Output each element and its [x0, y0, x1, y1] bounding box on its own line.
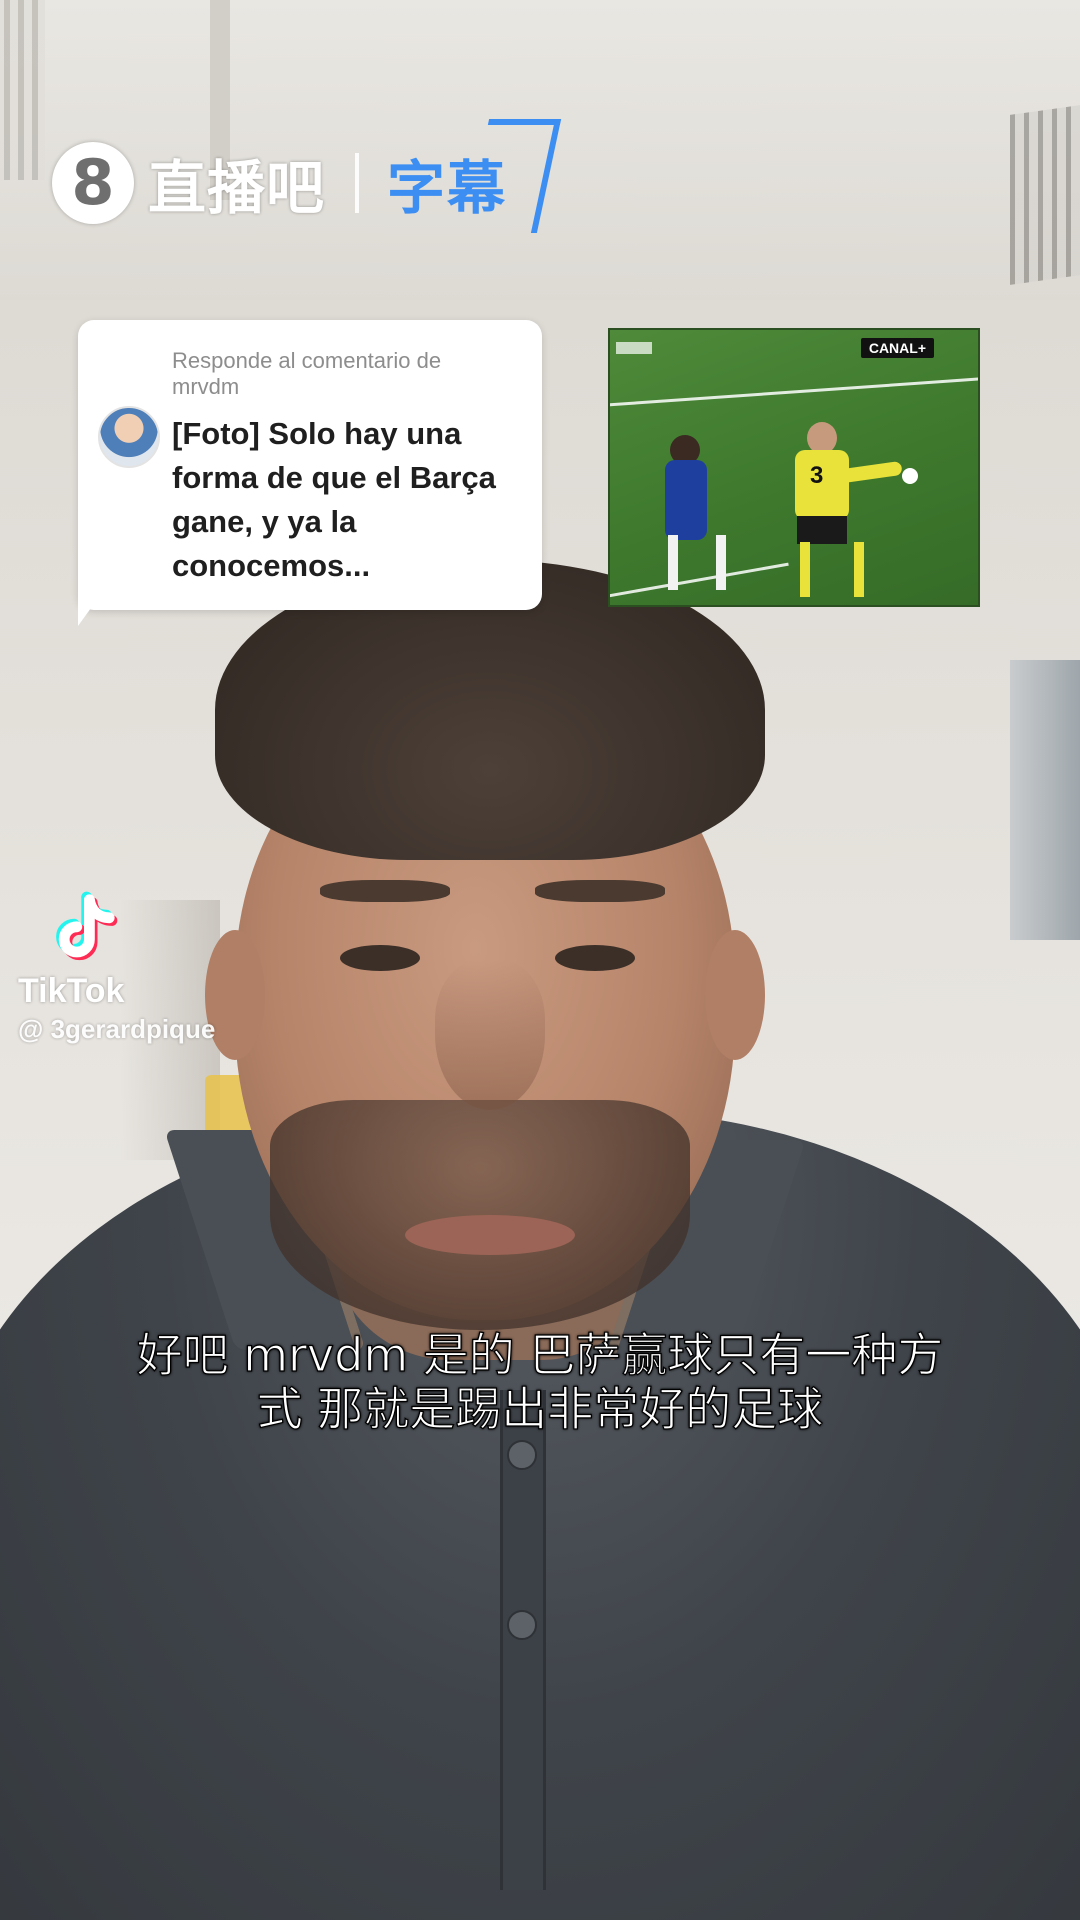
- pitch-line: [610, 375, 978, 408]
- ear-right: [705, 930, 765, 1060]
- comment-reply-card: Responde al comentario de mrvdm [Foto] S…: [78, 320, 542, 610]
- zhibo8-watermark: 8 直播吧 字幕: [52, 119, 562, 233]
- mouth: [405, 1215, 575, 1255]
- shirt-button: [507, 1440, 537, 1470]
- brand-badge-number: 8: [71, 146, 115, 219]
- eye-left: [340, 945, 420, 971]
- tiktok-handle: @ 3gerardpique: [18, 1014, 216, 1044]
- player-yellow-arm: [841, 460, 903, 484]
- football: [902, 468, 918, 484]
- broadcaster-logo: CANAL+: [860, 338, 934, 358]
- subtitle-line-1: 好吧 mrvdm 是的 巴萨赢球只有一种方: [136, 1327, 944, 1382]
- eyebrow-left: [320, 880, 450, 902]
- subtitle-line-2: 式 那就是踢出非常好的足球: [256, 1381, 824, 1436]
- player-blue: [665, 460, 707, 540]
- comment-text: [Foto] Solo hay una forma de que el Barç…: [172, 416, 496, 583]
- ceiling-vent-right: [1010, 105, 1080, 285]
- eyebrow-right: [535, 880, 665, 902]
- shirt-button: [507, 1610, 537, 1640]
- window-edge: [1010, 660, 1080, 940]
- score-bug: [616, 342, 652, 354]
- brand-subtitle-tag: 字幕: [387, 119, 562, 233]
- brand-divider: [355, 153, 360, 213]
- nose: [435, 960, 545, 1110]
- avatar: [98, 406, 160, 468]
- comment-bubble-tail: [78, 590, 104, 626]
- player-number: 3: [810, 462, 824, 489]
- zhibo8-logo-icon: 8: [52, 142, 134, 224]
- video-frame: [0, 0, 1080, 1920]
- match-clip-inset: CANAL+ 3: [608, 328, 980, 607]
- player-yellow-shorts: [797, 516, 847, 544]
- ceiling-vent-left: [0, 0, 45, 180]
- player-blue-legs: [668, 535, 726, 590]
- tiktok-name: TikTok: [18, 972, 125, 1010]
- comment-reply-header: Responde al comentario de mrvdm: [172, 348, 442, 399]
- video-subtitle: 好吧 mrvdm 是的 巴萨赢球只有一种方 式 那就是踢出非常好的足球: [60, 1327, 1020, 1436]
- brand-name: 直播吧: [148, 154, 326, 222]
- player-yellow-legs: [800, 542, 864, 597]
- tiktok-logo-icon: [56, 891, 118, 961]
- eye-right: [555, 945, 635, 971]
